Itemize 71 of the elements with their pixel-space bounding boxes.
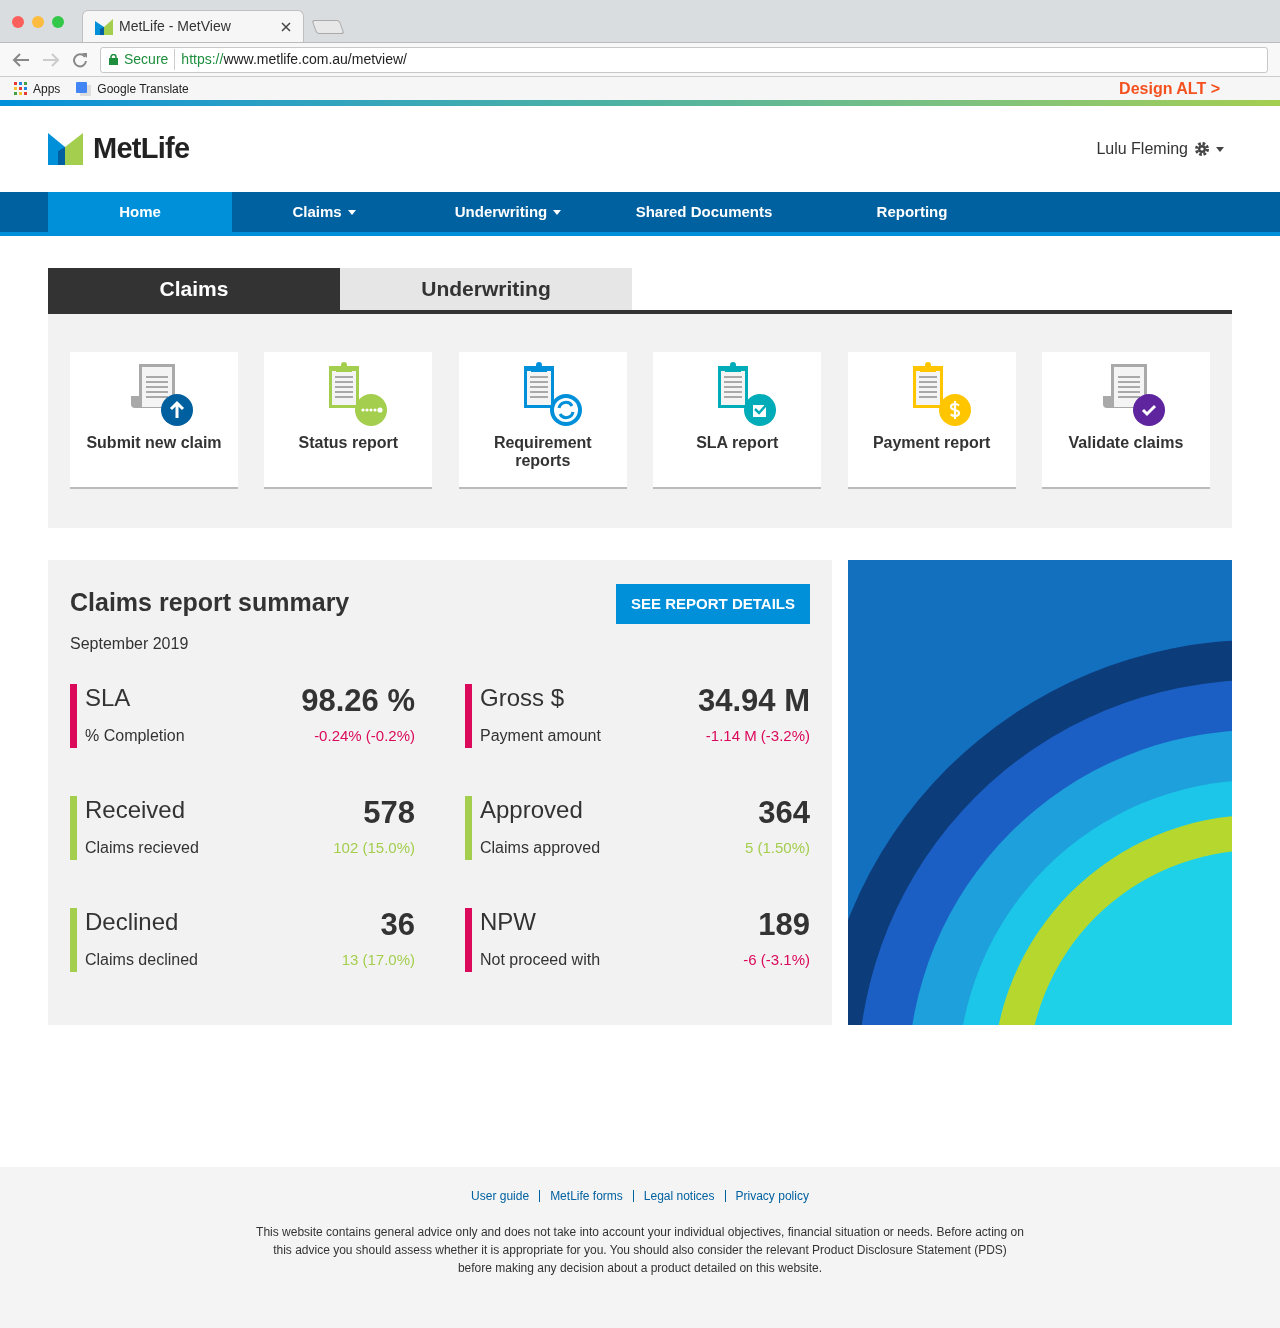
caret-icon — [1216, 146, 1224, 152]
back-icon[interactable] — [12, 52, 30, 67]
summary-date: September 2019 — [70, 633, 190, 654]
url-text: https://www.metlife.com.au/metview/ — [181, 50, 407, 69]
reload-icon[interactable] — [72, 51, 88, 68]
see-report-details-button[interactable]: SEE REPORT DETAILS — [616, 584, 810, 624]
section-tab[interactable]: Underwriting — [340, 268, 632, 310]
report-tile[interactable]: SLA report — [653, 352, 822, 489]
metric-description: Payment amount — [480, 725, 602, 746]
report-tile[interactable]: Payment report — [847, 352, 1016, 489]
metric-value: 98.26 % — [301, 683, 415, 718]
bookmark-link[interactable]: Apps — [14, 79, 61, 98]
nav-item[interactable]: Underwriting — [416, 192, 600, 232]
footer-link[interactable]: Legal notices — [643, 1187, 715, 1205]
nav-item[interactable]: Reporting — [808, 192, 1016, 232]
metric-label: Received — [85, 795, 187, 824]
footer-link[interactable]: Privacy policy — [735, 1187, 809, 1205]
bookmark-link[interactable]: Google Translate — [76, 79, 189, 98]
metric-value: 364 — [758, 795, 810, 830]
user-menu[interactable]: Lulu Fleming — [1096, 137, 1224, 161]
metric-change: -0.24% (-0.2%) — [314, 726, 415, 746]
document-icon — [1100, 362, 1167, 428]
metric-label: Gross $ — [480, 683, 566, 712]
metric-label: Approved — [480, 795, 584, 824]
minimize-window-icon[interactable] — [32, 16, 44, 28]
metric-value: 189 — [758, 907, 810, 942]
logo-icon — [95, 18, 113, 35]
gear-icon — [1194, 141, 1210, 157]
summary-title: Claims report summary — [70, 587, 350, 618]
metric-change: 5 (1.50%) — [744, 838, 810, 858]
metric-change: 13 (17.0%) — [341, 950, 415, 970]
metric-value: 34.94 M — [698, 683, 810, 718]
forward-icon[interactable] — [42, 52, 60, 67]
browser-tab[interactable]: MetLife - MetView — [82, 10, 304, 42]
metric-label: SLA — [85, 683, 132, 712]
document-icon — [129, 362, 195, 428]
secure-label: Secure — [124, 49, 176, 70]
translate-icon — [76, 81, 92, 96]
close-window-icon[interactable] — [12, 16, 24, 28]
report-tile[interactable]: Submit new claim — [70, 352, 238, 489]
metric-value: 36 — [380, 907, 415, 942]
metric-description: Claims approved — [480, 837, 602, 858]
metric-label: Declined — [85, 907, 180, 936]
new-tab-button[interactable] — [311, 20, 345, 34]
footer-link[interactable]: User guide — [471, 1187, 530, 1205]
maximize-window-icon[interactable] — [52, 16, 64, 28]
logo-text: MetLife — [93, 131, 190, 167]
apps-grid-icon — [14, 82, 27, 95]
logo-icon — [48, 133, 83, 165]
address-bar[interactable]: Secure https://www.metlife.com.au/metview/ — [100, 46, 1268, 73]
nav-item[interactable]: Claims — [232, 192, 416, 232]
metric-description: % Completion — [85, 725, 186, 746]
metric-change: -6 (-3.1%) — [743, 950, 810, 970]
lock-icon — [109, 54, 118, 65]
metric-change: -1.14 M (-3.2%) — [705, 726, 810, 746]
report-tile[interactable]: Requirement reports — [458, 352, 627, 489]
section-tab[interactable]: Claims — [48, 268, 340, 310]
metric-description: Not proceed with — [480, 949, 602, 970]
metric-description: Claims recieved — [85, 837, 200, 858]
tab-title: MetLife - MetView — [119, 17, 232, 36]
metric-value: 578 — [363, 795, 415, 830]
close-icon[interactable] — [281, 21, 291, 32]
report-tile[interactable]: Status report — [264, 352, 433, 489]
disclaimer-text: This website contains general advice only and does not take into account your individual objectives, financial situation or needs. Before acting on this advice you should assess whether it is appropriate for you. You should also consider the relevant Product Disclosure Statement (PDS) before making any decision about a product detailed on this website. — [255, 1224, 1025, 1277]
nav-item[interactable]: Home — [48, 192, 232, 232]
metric-change: 102 (15.0%) — [333, 838, 415, 858]
report-tile[interactable]: Validate claims — [1041, 352, 1210, 489]
footer-link[interactable]: MetLife forms — [550, 1187, 623, 1205]
nav-item[interactable]: Shared Documents — [600, 192, 808, 232]
metric-label: NPW — [480, 907, 537, 936]
metric-description: Claims declined — [85, 949, 199, 970]
